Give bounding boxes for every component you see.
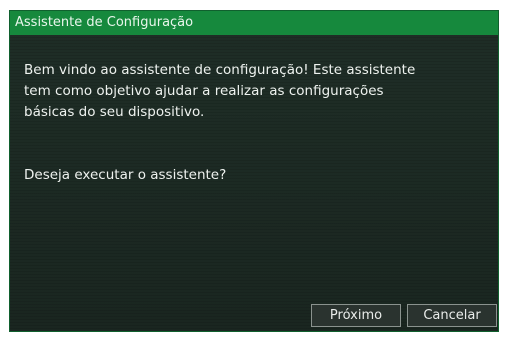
dialog-title: Assistente de Configuração — [15, 15, 194, 30]
welcome-message-line: básicas do seu dispositivo. — [24, 104, 205, 120]
welcome-message-line: tem como objetivo ajudar a realizar as c… — [24, 83, 384, 99]
next-button[interactable]: Próximo — [311, 304, 401, 327]
dialog-title-bar: Assistente de Configuração — [10, 11, 498, 35]
setup-wizard-dialog: Assistente de Configuração Bem vindo ao … — [9, 10, 499, 332]
welcome-message-line: Bem vindo ao assistente de configuração!… — [24, 62, 416, 78]
cancel-button[interactable]: Cancelar — [407, 304, 497, 327]
welcome-message: Bem vindo ao assistente de configuração!… — [24, 60, 464, 123]
run-wizard-question: Deseja executar o assistente? — [24, 167, 227, 183]
